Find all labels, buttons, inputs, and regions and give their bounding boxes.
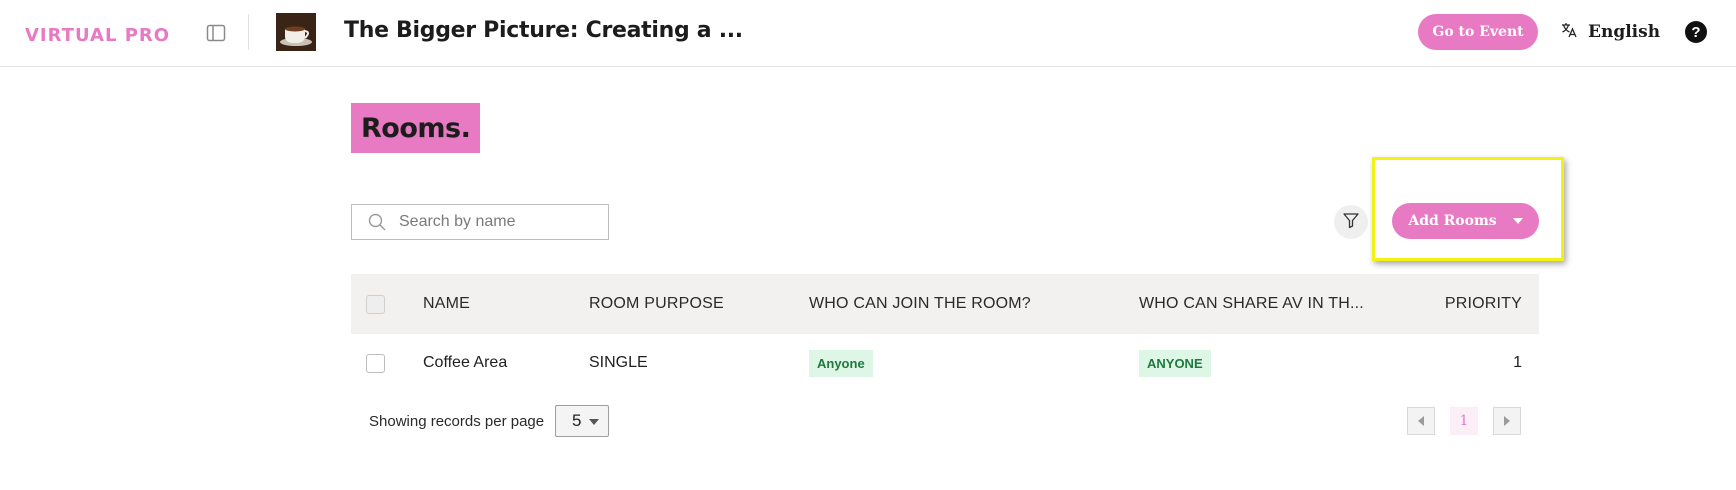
add-rooms-label: Add Rooms (1408, 213, 1497, 229)
next-page-button[interactable] (1493, 407, 1521, 435)
column-header-priority[interactable]: PRIORITY (1445, 295, 1522, 313)
svg-text:VIRTUAL PRO: VIRTUAL PRO (25, 25, 170, 45)
table-footer: Showing records per page 5 1 (351, 404, 1539, 440)
filter-icon (1342, 211, 1360, 234)
room-name: Coffee Area (423, 354, 508, 371)
filter-button[interactable] (1334, 205, 1368, 239)
language-label: English (1588, 22, 1661, 42)
room-priority: 1 (1513, 354, 1522, 371)
who-can-join-cell: Anyone (809, 349, 873, 377)
room-purpose: SINGLE (589, 354, 648, 371)
records-per-page-select[interactable]: 5 (555, 405, 609, 437)
column-header-room-purpose[interactable]: ROOM PURPOSE (589, 295, 724, 313)
select-all-checkbox[interactable] (366, 294, 385, 314)
sidebar-toggle-icon[interactable] (205, 22, 227, 44)
who-can-share-cell: ANYONE (1139, 349, 1211, 377)
translate-icon (1560, 21, 1578, 44)
table-header: NAME ROOM PURPOSE WHO CAN JOIN THE ROOM?… (351, 274, 1539, 334)
column-header-name[interactable]: NAME (423, 295, 470, 313)
chevron-left-icon (1418, 416, 1424, 426)
page-title: Rooms. (351, 103, 481, 153)
table-row[interactable]: Coffee Area SINGLE Anyone ANYONE 1 (351, 334, 1539, 392)
search-input[interactable] (397, 212, 591, 232)
chevron-down-icon (1512, 218, 1523, 224)
chevron-down-icon (589, 419, 599, 425)
logo[interactable]: VIRTUAL PRO (25, 23, 185, 46)
search-icon (367, 212, 387, 232)
join-badge: Anyone (809, 349, 873, 377)
column-header-who-can-share[interactable]: WHO CAN SHARE AV IN TH... (1139, 295, 1364, 313)
records-per-page-label: Showing records per page (369, 413, 545, 430)
search-box[interactable] (351, 204, 609, 240)
language-selector[interactable]: English (1560, 20, 1660, 44)
column-header-who-can-join[interactable]: WHO CAN JOIN THE ROOM? (809, 295, 1031, 313)
go-to-event-button[interactable]: Go to Event (1418, 14, 1538, 50)
share-badge: ANYONE (1139, 349, 1211, 377)
top-header: VIRTUAL PRO The Bigger Picture: Creating… (0, 0, 1736, 67)
help-icon[interactable]: ? (1685, 21, 1707, 43)
previous-page-button[interactable] (1407, 407, 1435, 435)
page-number-current[interactable]: 1 (1450, 407, 1478, 435)
chevron-right-icon (1504, 416, 1510, 426)
add-rooms-button[interactable]: Add Rooms (1392, 203, 1539, 239)
rooms-table: NAME ROOM PURPOSE WHO CAN JOIN THE ROOM?… (351, 274, 1539, 392)
event-thumbnail (276, 13, 316, 51)
event-title: The Bigger Picture: Creating a ... (344, 18, 743, 43)
records-per-page-value: 5 (572, 411, 582, 430)
header-divider (248, 14, 249, 50)
row-checkbox[interactable] (366, 353, 385, 373)
